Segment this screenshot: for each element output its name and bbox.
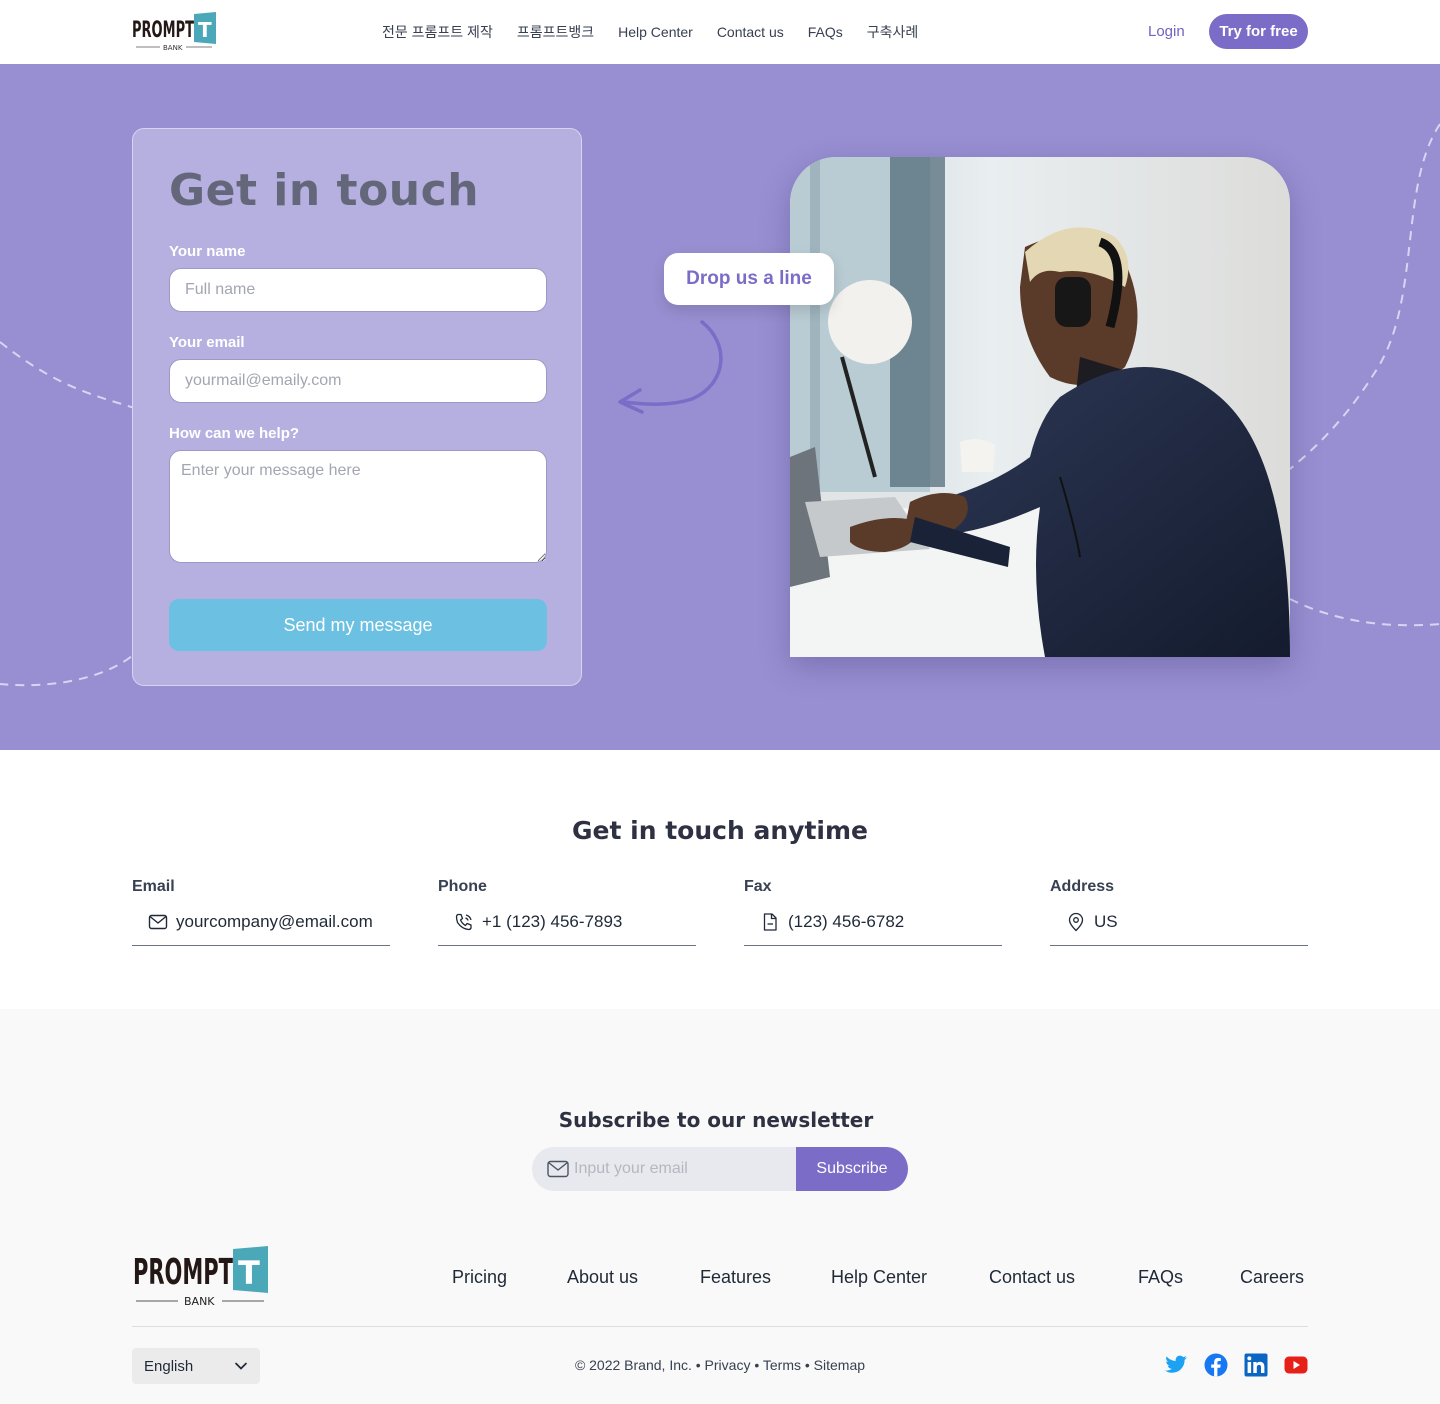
main-nav: 전문 프롬프트 제작 프롬프트뱅크 Help Center Contact us… xyxy=(382,22,918,42)
contact-address-label: Address xyxy=(1050,878,1115,895)
footer-link-pricing[interactable]: Pricing xyxy=(452,1266,507,1288)
newsletter-email-input[interactable] xyxy=(574,1147,794,1191)
nav-item-prompt-creation[interactable]: 전문 프롬프트 제작 xyxy=(382,22,493,42)
contact-email-value[interactable]: yourcompany@email.com xyxy=(176,912,373,932)
footer-divider xyxy=(132,1326,1308,1327)
contact-address-value: US xyxy=(1094,912,1118,931)
contact-section-title: Get in touch anytime xyxy=(572,816,868,845)
prompt-bank-logo[interactable]: PROMPT T BANK xyxy=(132,12,218,52)
svg-text:BANK: BANK xyxy=(184,1295,215,1308)
name-label: Your name xyxy=(169,243,246,260)
email-label: Your email xyxy=(169,334,245,351)
svg-text:PROMPT: PROMPT xyxy=(132,18,194,43)
svg-text:T: T xyxy=(238,1254,260,1292)
footer-link-features[interactable]: Features xyxy=(700,1266,771,1288)
footer-link-careers[interactable]: Careers xyxy=(1240,1266,1304,1288)
contact-phone-value[interactable]: +1 (123) 456-7893 xyxy=(482,912,622,932)
contact-email-label: Email xyxy=(132,878,175,895)
subscribe-button[interactable]: Subscribe xyxy=(796,1147,908,1191)
contact-form-card: Get in touch Your name Your email How ca… xyxy=(132,128,582,686)
facebook-icon[interactable] xyxy=(1204,1353,1228,1377)
svg-text:PROMPT: PROMPT xyxy=(133,1252,233,1293)
contact-email: Email yourcompany@email.com xyxy=(132,876,390,946)
document-icon xyxy=(763,913,777,931)
support-agent-photo xyxy=(790,157,1290,657)
nav-item-faqs[interactable]: FAQs xyxy=(808,22,843,42)
mail-icon xyxy=(547,1160,569,1178)
contact-phone-label: Phone xyxy=(438,878,487,895)
footer-logo[interactable]: PROMPT T BANK xyxy=(132,1246,270,1308)
footer-link-about-us[interactable]: About us xyxy=(567,1266,638,1288)
message-label: How can we help? xyxy=(169,425,300,442)
newsletter-footer-area xyxy=(0,1009,1440,1404)
message-textarea[interactable] xyxy=(169,450,547,563)
email-field[interactable] xyxy=(169,359,547,403)
contact-fax: Fax (123) 456-6782 xyxy=(744,876,1002,946)
nav-item-case-studies[interactable]: 구축사례 xyxy=(867,22,919,42)
footer-link-help-center[interactable]: Help Center xyxy=(831,1266,927,1288)
contact-phone: Phone +1 (123) 456-7893 xyxy=(438,876,696,946)
try-for-free-button[interactable]: Try for free xyxy=(1209,14,1308,49)
site-header: PROMPT T BANK 전문 프롬프트 제작 프롬프트뱅크 Help Cen… xyxy=(0,0,1440,64)
contact-fax-label: Fax xyxy=(744,878,772,895)
footer-link-contact-us[interactable]: Contact us xyxy=(989,1266,1075,1288)
mail-icon xyxy=(148,914,168,930)
nav-item-help-center[interactable]: Help Center xyxy=(618,22,693,42)
form-title: Get in touch xyxy=(169,165,480,216)
footer-link-faqs[interactable]: FAQs xyxy=(1138,1266,1183,1288)
newsletter-title: Subscribe to our newsletter xyxy=(558,1108,874,1132)
login-link[interactable]: Login xyxy=(1148,22,1185,42)
send-message-button[interactable]: Send my message xyxy=(169,599,547,651)
nav-item-contact-us[interactable]: Contact us xyxy=(717,22,784,42)
newsletter-form: Subscribe xyxy=(532,1147,908,1191)
svg-text:BANK: BANK xyxy=(163,44,183,52)
youtube-icon[interactable] xyxy=(1284,1353,1308,1377)
contact-address: Address US xyxy=(1050,876,1308,946)
phone-icon xyxy=(455,913,472,931)
contact-fax-value[interactable]: (123) 456-6782 xyxy=(788,912,904,932)
name-field[interactable] xyxy=(169,268,547,312)
svg-text:T: T xyxy=(198,18,212,42)
nav-item-prompt-bank[interactable]: 프롬프트뱅크 xyxy=(517,22,594,42)
twitter-icon[interactable] xyxy=(1164,1353,1188,1377)
curved-arrow-icon xyxy=(618,320,723,414)
location-pin-icon xyxy=(1068,912,1084,932)
linkedin-icon[interactable] xyxy=(1244,1353,1268,1377)
contact-hero: Get in touch Your name Your email How ca… xyxy=(0,64,1440,750)
drop-us-a-line-bubble: Drop us a line xyxy=(664,253,834,305)
